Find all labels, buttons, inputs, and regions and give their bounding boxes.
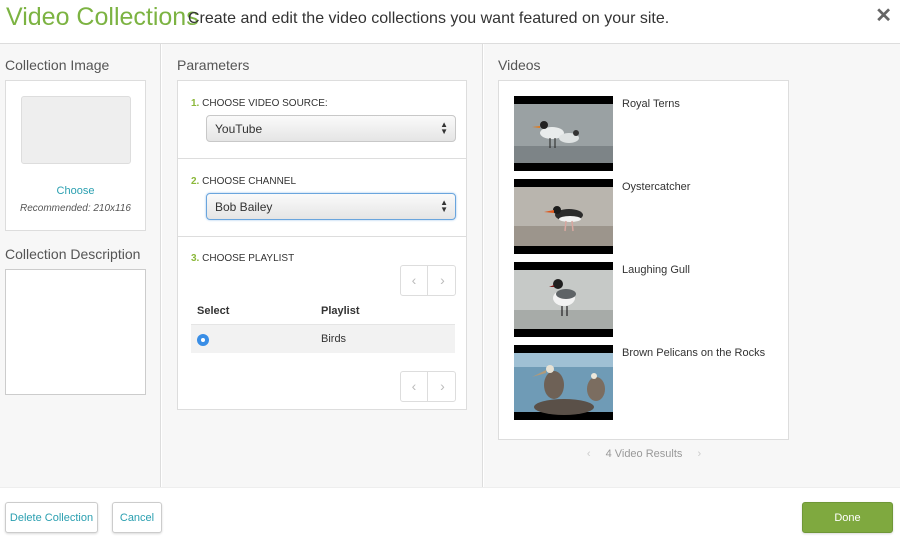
chevron-right-icon[interactable]: › <box>697 448 701 460</box>
step-video-source: 1. Choose Video Source: YouTube ▲ ▼ <box>178 81 466 159</box>
list-item[interactable]: Oystercatcher <box>514 179 774 254</box>
table-row[interactable]: Birds <box>191 324 455 353</box>
video-source-value: YouTube <box>215 122 263 136</box>
video-title[interactable]: Oystercatcher <box>622 181 690 193</box>
close-icon[interactable]: ✕ <box>875 3 892 28</box>
cancel-button[interactable]: Cancel <box>112 502 162 533</box>
chevron-right-icon[interactable]: › <box>429 266 456 295</box>
video-results-pager: ‹ 4 Video Results › <box>484 448 804 460</box>
list-item[interactable]: Brown Pelicans on the Rocks <box>514 345 774 420</box>
recommended-size-note: Recommended: 210x116 <box>20 203 131 214</box>
done-button[interactable]: Done <box>802 502 893 533</box>
parameters-heading: Parameters <box>177 57 250 73</box>
video-thumbnail[interactable] <box>514 96 613 171</box>
video-thumbnail[interactable] <box>514 179 613 254</box>
playlist-column-header: Playlist <box>321 305 360 317</box>
step-label: Choose Playlist <box>202 253 295 264</box>
parameters-column: Parameters 1. Choose Video Source: YouTu… <box>162 44 483 487</box>
delete-collection-button[interactable]: Delete Collection <box>5 502 98 533</box>
video-title[interactable]: Laughing Gull <box>622 264 690 276</box>
videos-column: Videos Royal Terns Oystercatcher Laughin… <box>484 44 900 487</box>
playlist-pager-top: ‹ › <box>400 265 456 296</box>
video-source-select[interactable]: YouTube ▲ ▼ <box>206 115 456 142</box>
image-placeholder <box>21 96 131 164</box>
step-number: 3. <box>191 253 200 264</box>
step-label: Choose Channel <box>202 176 297 187</box>
collection-description-field[interactable] <box>5 269 146 395</box>
modal-header: Video Collections Create and edit the vi… <box>0 0 900 44</box>
chevron-left-icon[interactable]: ‹ <box>401 266 428 295</box>
chevron-right-icon[interactable]: › <box>429 372 456 401</box>
list-item[interactable]: Laughing Gull <box>514 262 774 337</box>
select-arrows-icon: ▲ ▼ <box>440 198 448 214</box>
playlist-pager-bottom: ‹ › <box>400 371 456 402</box>
step-label: Choose Video Source: <box>202 98 328 109</box>
step-playlist: 3. Choose Playlist <box>191 253 294 264</box>
step-number: 2. <box>191 176 200 187</box>
video-results-count: 4 Video Results <box>605 448 683 460</box>
videos-heading: Videos <box>498 57 541 73</box>
chevron-left-icon[interactable]: ‹ <box>401 372 428 401</box>
video-title[interactable]: Royal Terns <box>622 98 680 110</box>
channel-value: Bob Bailey <box>215 200 273 214</box>
page-subtitle: Create and edit the video collections yo… <box>188 10 670 27</box>
playlist-name: Birds <box>321 333 347 345</box>
collection-image-panel: Choose Recommended: 210x116 <box>5 80 146 231</box>
modal-footer: Delete Collection Cancel Done <box>0 487 900 539</box>
list-item[interactable]: Royal Terns <box>514 96 774 171</box>
chevron-left-icon[interactable]: ‹ <box>587 448 591 460</box>
playlist-radio[interactable] <box>197 334 209 346</box>
collection-description-heading: Collection Description <box>5 246 141 262</box>
collection-info-column: Collection Image Choose Recommended: 210… <box>0 44 161 487</box>
video-thumbnail[interactable] <box>514 262 613 337</box>
channel-select[interactable]: Bob Bailey ▲ ▼ <box>206 193 456 220</box>
page-title: Video Collections <box>6 3 199 31</box>
videos-panel: Royal Terns Oystercatcher Laughing Gull … <box>498 80 789 440</box>
step-number: 1. <box>191 98 200 109</box>
choose-image-link[interactable]: Choose <box>6 185 145 197</box>
select-column-header: Select <box>197 305 230 317</box>
parameters-panel: 1. Choose Video Source: YouTube ▲ ▼ 2. Ch… <box>177 80 467 410</box>
select-arrows-icon: ▲ ▼ <box>440 120 448 136</box>
collection-image-heading: Collection Image <box>5 57 110 73</box>
step-channel: 2. Choose Channel Bob Bailey ▲ ▼ <box>178 159 466 237</box>
video-title[interactable]: Brown Pelicans on the Rocks <box>622 347 765 359</box>
video-thumbnail[interactable] <box>514 345 613 420</box>
